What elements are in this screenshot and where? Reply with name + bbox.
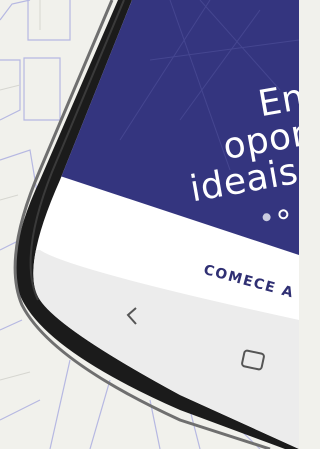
phone-device [13,0,299,449]
pagination-dot-active[interactable] [277,208,290,221]
pagination-dot[interactable] [262,212,272,222]
scene: Enc oport ideais p COMECE A [0,0,299,449]
